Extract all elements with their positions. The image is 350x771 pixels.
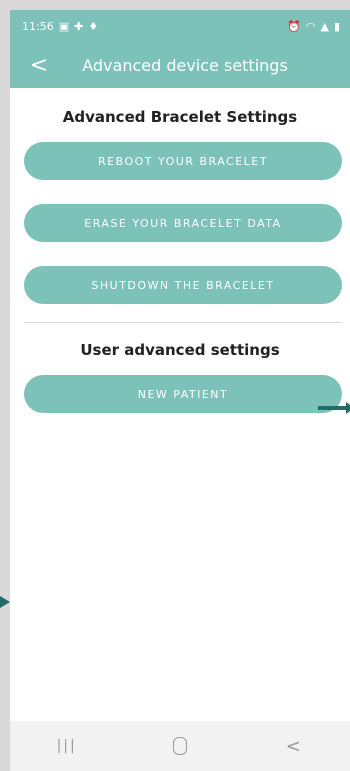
recent-apps-icon: |||	[56, 738, 77, 754]
battery-icon: ▮	[333, 19, 340, 33]
recent-apps-button[interactable]: |||	[37, 726, 97, 766]
shutdown-bracelet-button[interactable]: SHUTDOWN THE BRACELET	[24, 266, 342, 304]
annotation-arrow-right	[318, 402, 350, 414]
page-title: Advanced device settings	[82, 55, 288, 75]
alarm-icon: ⏰	[287, 19, 301, 33]
app-screen: 11:56 ▣ ✚ ♦ ⏰ ◠ ▲ ▮ < Advanced device se…	[10, 10, 350, 771]
annotation-arrow-left	[0, 596, 10, 608]
back-icon: <	[285, 735, 301, 757]
back-button[interactable]: <	[24, 42, 54, 88]
app-header: < Advanced device settings	[10, 42, 350, 88]
new-patient-button[interactable]: NEW PATIENT	[24, 375, 342, 413]
section-divider	[24, 322, 342, 323]
erase-bracelet-data-button[interactable]: ERASE YOUR BRACELET DATA	[24, 204, 342, 242]
wifi-icon: ◠	[305, 19, 316, 33]
plus-icon: ✚	[74, 19, 84, 33]
reboot-bracelet-button[interactable]: REBOOT YOUR BRACELET	[24, 142, 342, 180]
status-time: 11:56	[22, 19, 54, 33]
system-nav-bar: ||| <	[10, 721, 350, 771]
image-icon: ▣	[58, 19, 70, 33]
system-back-button[interactable]: <	[263, 726, 323, 766]
home-button[interactable]	[150, 726, 210, 766]
chevron-left-icon: <	[29, 52, 49, 78]
bracelet-settings-title: Advanced Bracelet Settings	[62, 108, 298, 126]
signal-icon: ▲	[320, 19, 329, 33]
notification-icon: ♦	[88, 19, 99, 33]
home-icon	[172, 737, 187, 755]
user-settings-title: User advanced settings	[80, 341, 280, 359]
status-bar: 11:56 ▣ ✚ ♦ ⏰ ◠ ▲ ▮	[10, 10, 350, 42]
